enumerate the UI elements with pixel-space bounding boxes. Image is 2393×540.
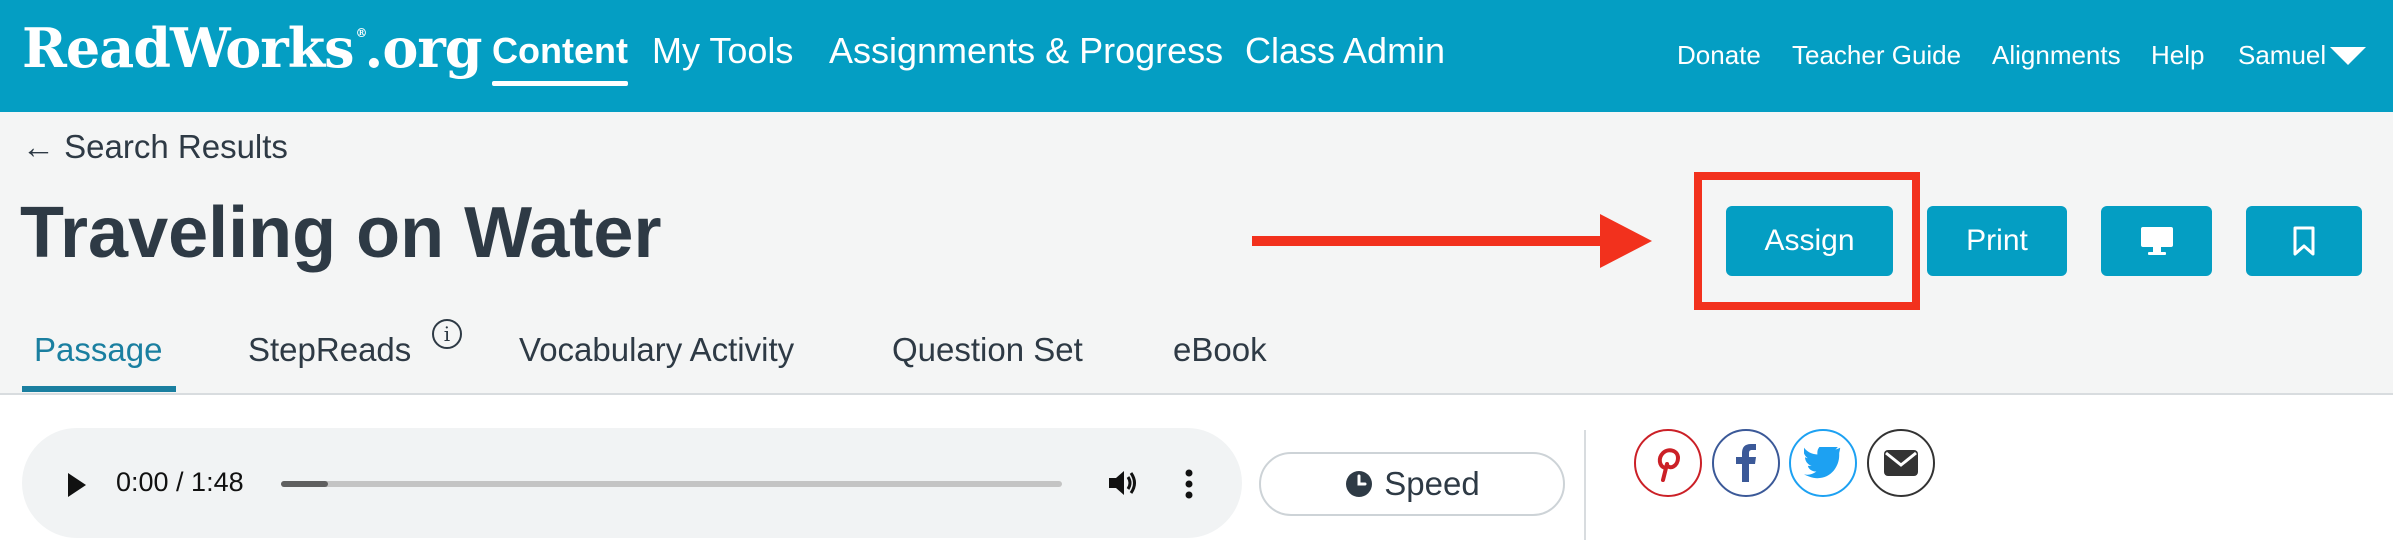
active-tab-indicator [22, 386, 176, 392]
audio-time: 0:00 / 1:48 [116, 467, 244, 497]
email-share-button[interactable] [1867, 429, 1935, 497]
pinterest-share-button[interactable] [1634, 429, 1702, 497]
tab-question-set[interactable]: Question Set [892, 331, 1083, 369]
more-options-icon[interactable] [1183, 467, 1195, 501]
back-to-search-results-link[interactable]: ← Search Results [22, 128, 288, 166]
readworks-logo[interactable]: ReadWorks ®.org [22, 16, 483, 80]
nav-my-tools[interactable]: My Tools [652, 30, 793, 72]
nav-assignments-progress[interactable]: Assignments & Progress [829, 30, 1223, 72]
email-icon [1884, 450, 1918, 476]
info-icon[interactable]: i [432, 319, 462, 349]
audio-progress-fill [281, 481, 328, 487]
top-navbar: ReadWorks ®.org Content My Tools Assignme… [0, 0, 2393, 112]
project-button[interactable] [2101, 206, 2212, 276]
bookmark-button[interactable] [2246, 206, 2362, 276]
assign-button[interactable]: Assign [1726, 206, 1893, 276]
twitter-share-button[interactable] [1789, 429, 1857, 497]
tab-vocabulary-activity[interactable]: Vocabulary Activity [519, 331, 794, 369]
user-menu[interactable]: Samuel [2238, 40, 2326, 71]
tab-passage[interactable]: Passage [34, 331, 162, 369]
tab-ebook[interactable]: eBook [1173, 331, 1267, 369]
nav-class-admin[interactable]: Class Admin [1245, 30, 1445, 72]
vertical-divider [1584, 430, 1586, 540]
nav-content[interactable]: Content [492, 30, 628, 86]
facebook-icon [1736, 444, 1756, 482]
monitor-icon [2140, 227, 2173, 255]
nav-alignments[interactable]: Alignments [1992, 40, 2121, 71]
nav-help[interactable]: Help [2151, 40, 2204, 71]
facebook-share-button[interactable] [1712, 429, 1780, 497]
play-icon[interactable] [68, 473, 86, 497]
speed-button[interactable]: Speed [1259, 452, 1565, 516]
chevron-down-icon[interactable] [2330, 47, 2366, 65]
page-title: Traveling on Water [20, 193, 662, 273]
tab-stepreads[interactable]: StepReads [248, 331, 411, 369]
annotation-arrow-head [1600, 214, 1652, 268]
twitter-icon [1804, 447, 1841, 479]
bookmark-icon [2293, 226, 2315, 256]
nav-teacher-guide[interactable]: Teacher Guide [1792, 40, 1961, 71]
audio-seek-bar[interactable] [281, 481, 1062, 487]
pinterest-icon [1657, 448, 1681, 482]
print-button[interactable]: Print [1927, 206, 2067, 276]
speed-label: Speed [1384, 465, 1480, 502]
clock-icon [1346, 471, 1373, 497]
volume-icon[interactable] [1106, 466, 1140, 500]
annotation-arrow-shaft [1252, 236, 1614, 246]
nav-donate[interactable]: Donate [1677, 40, 1761, 71]
